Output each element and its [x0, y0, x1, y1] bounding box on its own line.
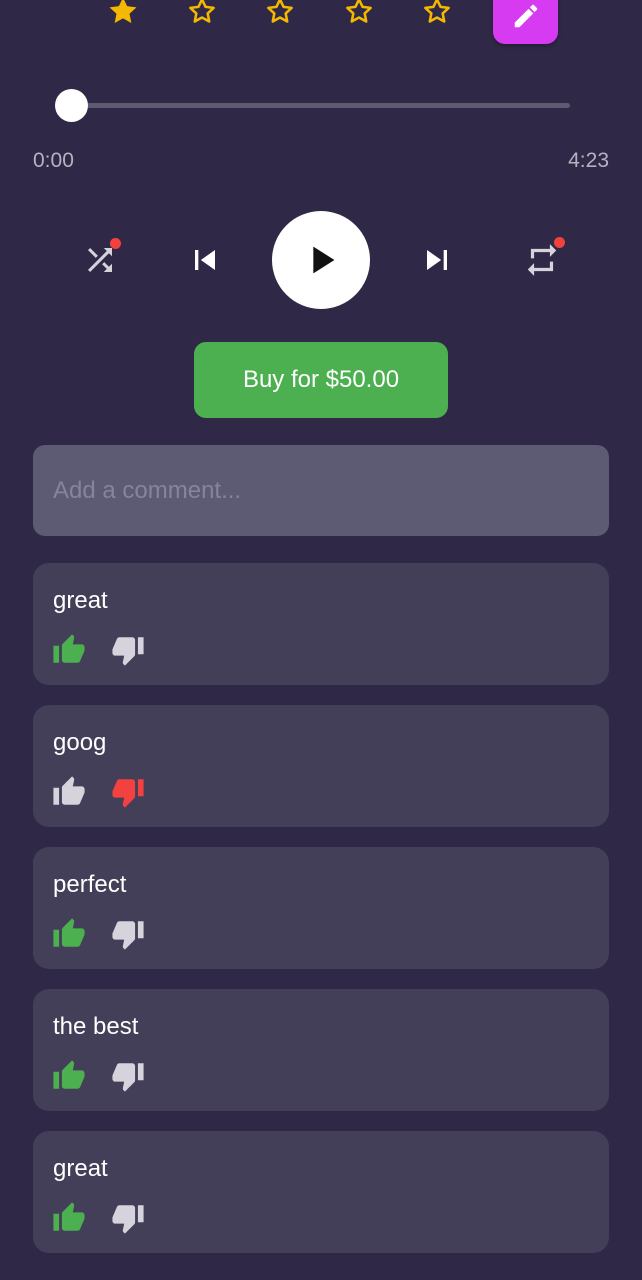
- total-time: 4:23: [568, 149, 609, 172]
- repeat-indicator: [554, 237, 565, 248]
- comment-card: perfect: [33, 847, 609, 969]
- thumb-down-icon[interactable]: [111, 633, 145, 667]
- edit-button[interactable]: [493, 0, 558, 44]
- star-1-icon[interactable]: [106, 0, 140, 28]
- comment-card: the best: [33, 989, 609, 1111]
- skip-previous-icon: [195, 250, 215, 270]
- thumb-down-icon[interactable]: [111, 1201, 145, 1235]
- play-button[interactable]: [272, 211, 370, 309]
- previous-button[interactable]: [185, 240, 225, 280]
- shuffle-button[interactable]: [80, 238, 121, 280]
- thumb-down-icon[interactable]: [111, 775, 145, 809]
- comment-text: the best: [53, 1013, 139, 1040]
- play-icon: [313, 246, 335, 274]
- star-3-icon[interactable]: [263, 0, 297, 28]
- star-2-icon[interactable]: [185, 0, 219, 28]
- next-button[interactable]: [417, 240, 457, 280]
- comment-text: goog: [53, 729, 107, 756]
- thumb-down-icon[interactable]: [111, 1059, 145, 1093]
- skip-next-icon: [427, 250, 447, 270]
- comment-card: goog: [33, 705, 609, 827]
- thumb-up-icon[interactable]: [52, 917, 86, 951]
- comment-text: great: [53, 1155, 108, 1182]
- pencil-icon: [511, 0, 541, 36]
- thumb-up-icon[interactable]: [52, 1201, 86, 1235]
- comment-input[interactable]: [33, 445, 609, 536]
- progress-slider-thumb[interactable]: [55, 89, 88, 122]
- star-4-icon[interactable]: [342, 0, 376, 28]
- thumb-up-icon[interactable]: [52, 1059, 86, 1093]
- buy-button[interactable]: Buy for $50.00: [194, 342, 448, 418]
- thumb-up-icon[interactable]: [52, 775, 86, 809]
- comment-card: great: [33, 1131, 609, 1253]
- shuffle-indicator: [110, 238, 121, 249]
- star-5-icon[interactable]: [420, 0, 454, 28]
- comment-text: perfect: [53, 871, 127, 898]
- repeat-button[interactable]: [522, 237, 565, 280]
- comment-text: great: [53, 587, 108, 614]
- comment-card: great: [33, 563, 609, 685]
- thumb-up-icon[interactable]: [52, 633, 86, 667]
- current-time: 0:00: [33, 149, 74, 172]
- thumb-down-icon[interactable]: [111, 917, 145, 951]
- progress-slider-track[interactable]: [70, 103, 570, 108]
